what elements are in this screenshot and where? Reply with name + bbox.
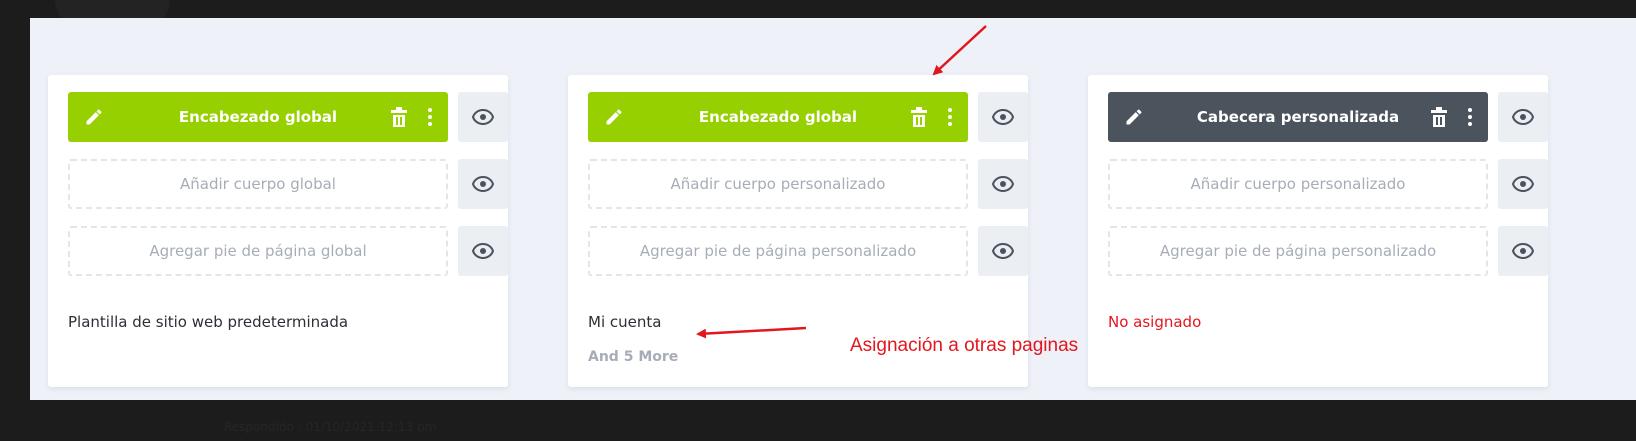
footer-row: Agregar pie de página personalizado — [588, 226, 1028, 276]
add-body-slot[interactable]: Añadir cuerpo personalizado — [1108, 159, 1488, 209]
preview-body-button[interactable] — [978, 159, 1028, 209]
add-footer-slot[interactable]: Agregar pie de página personalizado — [588, 226, 968, 276]
eye-icon — [472, 109, 494, 125]
trash-icon[interactable] — [390, 107, 408, 127]
annotation-text: Asignación a otras paginas — [850, 335, 1079, 356]
header-slot[interactable]: Encabezado global — [68, 92, 448, 142]
preview-footer-button[interactable] — [458, 226, 508, 276]
body-label: Añadir cuerpo personalizado — [670, 175, 886, 193]
kebab-menu-icon[interactable] — [424, 107, 436, 127]
eye-icon — [992, 243, 1014, 259]
header-label: Cabecera personalizada — [1196, 108, 1400, 126]
trash-icon[interactable] — [1430, 107, 1448, 127]
add-footer-slot[interactable]: Agregar pie de página global — [68, 226, 448, 276]
footer-label: Agregar pie de página personalizado — [639, 242, 917, 260]
eye-icon — [472, 176, 494, 192]
eye-icon — [1512, 109, 1534, 125]
header-label: Encabezado global — [698, 108, 858, 126]
body-row: Añadir cuerpo global — [68, 159, 508, 209]
preview-header-button[interactable] — [458, 92, 508, 142]
body-row: Añadir cuerpo personalizado — [1108, 159, 1548, 209]
eye-icon — [992, 109, 1014, 125]
add-body-slot[interactable]: Añadir cuerpo global — [68, 159, 448, 209]
assignment-text: Mi cuenta — [588, 313, 662, 331]
footer-row: Agregar pie de página personalizado — [1108, 226, 1548, 276]
more-assignments-link[interactable]: And 5 More — [588, 349, 678, 365]
unassigned-status-text: No asignado — [1108, 313, 1202, 331]
body-label: Añadir cuerpo global — [180, 175, 336, 193]
footer-label: Agregar pie de página personalizado — [1159, 242, 1437, 260]
theme-builder-panel: Encabezado global Añadir cuerpo global A… — [30, 18, 1636, 400]
header-row: Encabezado global — [68, 92, 508, 142]
footer-row: Agregar pie de página global — [68, 226, 508, 276]
header-row: Encabezado global — [588, 92, 1028, 142]
add-footer-slot[interactable]: Agregar pie de página personalizado — [1108, 226, 1488, 276]
pencil-icon[interactable] — [84, 107, 104, 127]
template-card-default: Encabezado global Añadir cuerpo global A… — [48, 75, 508, 387]
header-slot[interactable]: Cabecera personalizada — [1108, 92, 1488, 142]
eye-icon — [472, 243, 494, 259]
body-label: Añadir cuerpo personalizado — [1190, 175, 1406, 193]
preview-footer-button[interactable] — [978, 226, 1028, 276]
eye-icon — [992, 176, 1014, 192]
pencil-icon[interactable] — [604, 107, 624, 127]
template-card-unassigned: Cabecera personalizada Añadir cuerpo per… — [1088, 75, 1548, 387]
preview-header-button[interactable] — [978, 92, 1028, 142]
body-row: Añadir cuerpo personalizado — [588, 159, 1028, 209]
preview-body-button[interactable] — [1498, 159, 1548, 209]
kebab-menu-icon[interactable] — [944, 107, 956, 127]
header-label: Encabezado global — [178, 108, 338, 126]
add-body-slot[interactable]: Añadir cuerpo personalizado — [588, 159, 968, 209]
trash-icon[interactable] — [910, 107, 928, 127]
header-slot[interactable]: Encabezado global — [588, 92, 968, 142]
eye-icon — [1512, 176, 1534, 192]
preview-body-button[interactable] — [458, 159, 508, 209]
footer-label: Agregar pie de página global — [149, 242, 367, 260]
header-row: Cabecera personalizada — [1108, 92, 1548, 142]
kebab-menu-icon[interactable] — [1464, 107, 1476, 127]
preview-footer-button[interactable] — [1498, 226, 1548, 276]
preview-header-button[interactable] — [1498, 92, 1548, 142]
eye-icon — [1512, 243, 1534, 259]
timestamp-text: Respondido : 01/10/2021 12:13 pm — [224, 420, 437, 434]
assignment-text: Plantilla de sitio web predeterminada — [68, 313, 349, 331]
pencil-icon[interactable] — [1124, 107, 1144, 127]
